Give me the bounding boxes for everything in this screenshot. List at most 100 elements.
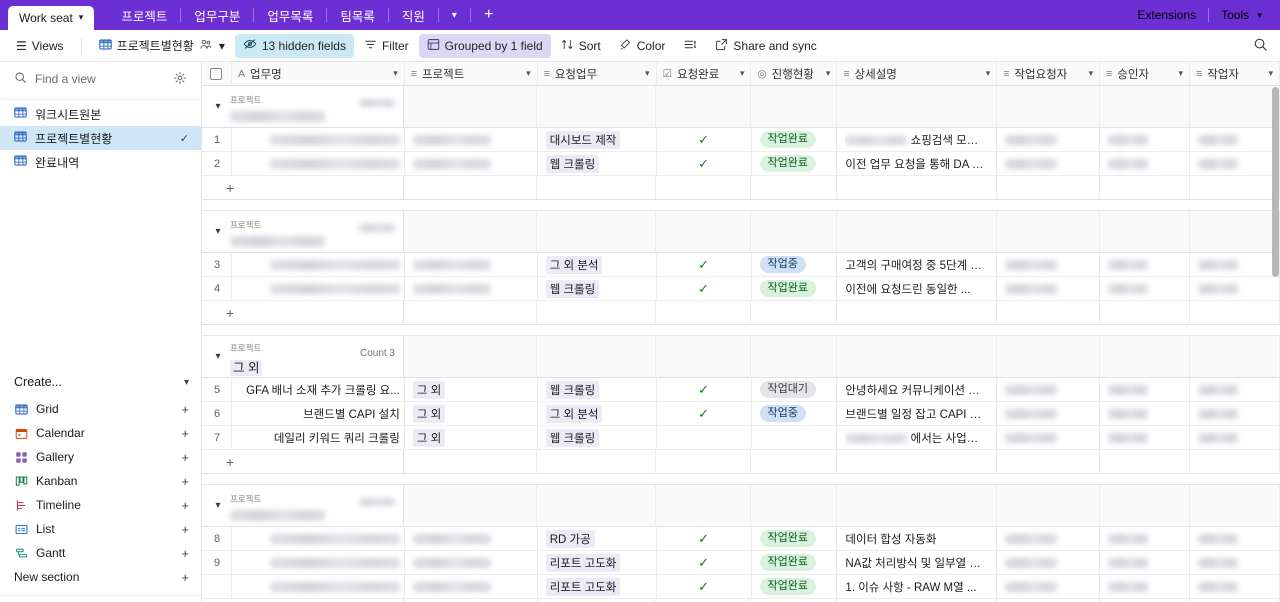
cell-request-complete-container[interactable]: ✓ [657,378,752,401]
cell-detail-description-container[interactable]: 이전에 요청드린 동일한 ... [837,277,997,300]
cell-progress-status-container[interactable]: 작업중 [752,402,838,425]
cell-request-complete-container[interactable]: ✓ [657,527,752,550]
cell-approver-container[interactable] [1100,426,1190,449]
cell-request-complete-container[interactable]: ✓ [657,253,752,276]
cell-task-name-container[interactable] [232,527,405,550]
cell-task-name-container[interactable] [232,551,405,574]
cell-detail-description-container[interactable]: 에서는 사업부 별로, 데... [837,426,997,449]
cell-worker-container[interactable] [1190,253,1280,276]
cell-requested-task-container[interactable]: 그 외 분석 [538,253,657,276]
cell-requested-task-container[interactable]: 대시보드 제작 [538,128,657,151]
cell-task-name-container[interactable]: 브랜드별 CAPI 설치 [232,402,405,425]
cell-project-container[interactable] [405,527,538,550]
add-record-row[interactable]: + [202,450,1280,474]
current-view-button[interactable]: 프로젝트별현황 ▾ [91,34,233,58]
cell-detail-description-container[interactable]: 브랜드별 일정 잡고 CAPI 설치 ... [837,402,997,425]
cell-approver-container[interactable] [1100,277,1190,300]
table-row[interactable]: 6브랜드별 CAPI 설치그 외그 외 분석✓작업중브랜드별 일정 잡고 CAP… [202,402,1280,426]
find-a-view-row[interactable]: Find a view [0,62,201,96]
cell-approver-container[interactable] [1100,551,1190,574]
cell-requested-task-container[interactable]: RD 가공 [538,527,657,550]
cell-detail-description-container[interactable]: 데이터 합성 자동화 [837,527,997,550]
views-button[interactable]: ☰ Views [8,34,72,58]
cell-progress-status-container[interactable]: 작업완료 [752,277,838,300]
cell-requested-task-container[interactable]: 웹 크롤링 [538,378,657,401]
create-kanban-item[interactable]: Kanban + [0,469,201,493]
color-button[interactable]: Color [611,34,674,58]
cell-requester-container[interactable] [997,527,1100,550]
group-button[interactable]: Grouped by 1 field [419,34,551,58]
cell-detail-description-container[interactable]: 쇼핑검색 모니터... [837,128,997,151]
cell-task-name-container[interactable]: 데일리 키워드 쿼리 크롤링 [232,426,405,449]
cell-progress-status-container[interactable]: 작업대기 [752,378,838,401]
cell-requested-task-container[interactable]: 리포트 고도화 [538,551,657,574]
table-row[interactable]: 4웹 크롤링✓작업완료이전에 요청드린 동일한 ... [202,277,1280,301]
cell-detail-description-container[interactable]: 이전 업무 요청을 통해 DA 기획... [837,152,997,175]
cell-worker-container[interactable] [1190,402,1280,425]
cell-project-container[interactable] [405,551,538,574]
chevron-down-icon[interactable]: ▾ [212,226,224,237]
cell-request-complete-container[interactable]: ✓ [657,402,752,425]
cell-request-complete-container[interactable]: ✓ [657,575,752,598]
chevron-down-icon[interactable]: ▾ [212,101,224,112]
row-height-button[interactable] [675,34,705,58]
group-header-cell[interactable]: ▾프로젝트 [202,211,404,253]
cell-project-container[interactable] [405,253,538,276]
cell-request-complete-container[interactable]: ✓ [657,152,752,175]
column-header-requested-task[interactable]: ≡ 요청업무 ▾ [538,62,657,85]
cell-approver-container[interactable] [1100,378,1190,401]
plus-icon[interactable]: + [181,474,189,489]
cell-approver-container[interactable] [1100,527,1190,550]
cell-project-container[interactable]: 그 외 [405,402,538,425]
cell-request-complete-container[interactable]: ✓ [657,128,752,151]
cell-requester-container[interactable] [997,402,1100,425]
cell-task-name-container[interactable] [232,253,405,276]
cell-progress-status-container[interactable]: 작업완료 [752,527,838,550]
group-header-cell[interactable]: ▾프로젝트 [202,485,404,527]
plus-icon[interactable]: + [181,426,189,441]
group-header-cell[interactable]: ▾프로젝트그 외Count 3 [202,336,404,378]
create-calendar-item[interactable]: Calendar + [0,421,201,445]
create-grid-item[interactable]: Grid + [0,397,201,421]
workspace-tab[interactable]: Work seat ▾ [8,6,94,30]
table-row[interactable]: 2웹 크롤링✓작업완료이전 업무 요청을 통해 DA 기획... [202,152,1280,176]
table-row[interactable]: 1대시보드 제작✓작업완료 쇼핑검색 모니터... [202,128,1280,152]
column-header-worker[interactable]: ≡ 작업자 ▾ [1190,62,1280,85]
table-row[interactable]: 8RD 가공✓작업완료데이터 합성 자동화 [202,527,1280,551]
cell-detail-description-container[interactable]: 1. 이슈 사항 - RAW M열 ... [837,575,997,598]
cell-detail-description-container[interactable]: 안녕하세요 커뮤니케이션 그룹 ... [837,378,997,401]
nav-item-task-list[interactable]: 업무목록 [254,0,326,30]
cell-task-name-container[interactable] [232,152,405,175]
cell-progress-status-container[interactable]: 작업완료 [752,152,838,175]
cell-worker-container[interactable] [1190,378,1280,401]
cell-requester-container[interactable] [997,277,1100,300]
extensions-button[interactable]: Extensions [1125,8,1208,22]
cell-project-container[interactable]: 그 외 [405,378,538,401]
cell-requester-container[interactable] [997,426,1100,449]
cell-progress-status-container[interactable]: 작업완료 [752,128,838,151]
add-record-button[interactable]: + [202,301,404,325]
table-row[interactable]: 5GFA 배너 소재 추가 크롤링 요...그 외웹 크롤링✓작업대기안녕하세요… [202,378,1280,402]
checkbox-icon[interactable] [210,68,222,80]
cell-requester-container[interactable] [997,253,1100,276]
cell-requested-task-container[interactable]: 웹 크롤링 [538,426,657,449]
cell-request-complete-container[interactable]: ✓ [657,551,752,574]
sort-button[interactable]: Sort [553,34,609,58]
nav-item-project[interactable]: 프로젝트 [108,0,180,30]
cell-progress-status-container[interactable]: 작업중 [752,253,838,276]
cell-progress-status-container[interactable]: 작업완료 [752,575,838,598]
cell-requested-task-container[interactable]: 그 외 분석 [538,402,657,425]
add-table-plus-icon[interactable]: + [471,0,506,30]
cell-requester-container[interactable] [997,152,1100,175]
add-record-button[interactable]: + [202,176,404,200]
cell-task-name-container[interactable] [232,128,405,151]
hidden-fields-button[interactable]: 13 hidden fields [235,34,354,58]
gear-icon[interactable] [173,71,187,88]
add-record-button[interactable]: + [202,450,404,474]
sidebar-view-worksheet-original[interactable]: 워크시트원본 [0,102,201,126]
cell-requested-task-container[interactable]: 웹 크롤링 [538,152,657,175]
table-row[interactable]: 7데일리 키워드 쿼리 크롤링그 외웹 크롤링 에서는 사업부 별로, 데... [202,426,1280,450]
cell-requested-task-container[interactable]: 리포트 고도화 [538,575,657,598]
chevron-down-icon[interactable]: ▾ [212,500,224,511]
table-row[interactable]: 9리포트 고도화✓작업완료NA값 처리방식 및 일부열 수정 1... [202,551,1280,575]
